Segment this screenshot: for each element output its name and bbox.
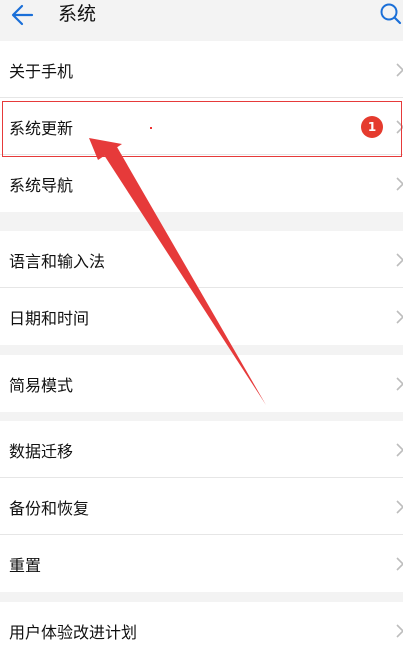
settings-row-about-phone[interactable]: 关于手机 [0, 41, 403, 98]
settings-row-simple-mode[interactable]: 简易模式 [0, 355, 403, 412]
back-arrow-icon[interactable] [10, 2, 38, 28]
settings-row-label: 用户体验改进计划 [9, 622, 138, 642]
chevron-right-icon [396, 252, 403, 267]
settings-row-user-experience[interactable]: 用户体验改进计划 [0, 602, 403, 659]
settings-row-label: 重置 [9, 555, 42, 575]
settings-row-label: 系统导航 [9, 175, 74, 195]
chevron-right-icon [396, 119, 403, 134]
settings-row-label: 备份和恢复 [9, 498, 90, 518]
settings-row-label: 语言和输入法 [9, 251, 106, 271]
search-icon[interactable] [378, 1, 403, 27]
settings-group-data: 数据迁移 备份和恢复 重置 [0, 421, 403, 592]
settings-row-reset[interactable]: 重置 [0, 535, 403, 592]
settings-row-system-navigation[interactable]: 系统导航 [0, 155, 403, 212]
chevron-right-icon [396, 556, 403, 571]
settings-row-system-update[interactable]: 系统更新 1 [0, 98, 403, 155]
settings-row-data-migration[interactable]: 数据迁移 [0, 421, 403, 478]
annotation-dot [150, 127, 152, 129]
chevron-right-icon [396, 376, 403, 391]
chevron-right-icon [396, 62, 403, 77]
header: 系统 [0, 0, 403, 40]
page-title: 系统 [58, 3, 97, 25]
settings-row-language-input[interactable]: 语言和输入法 [0, 231, 403, 288]
settings-row-label: 数据迁移 [9, 441, 74, 461]
settings-group-general: 关于手机 系统更新 1 系统导航 [0, 41, 403, 212]
chevron-right-icon [396, 623, 403, 638]
chevron-right-icon [396, 499, 403, 514]
chevron-right-icon [396, 442, 403, 457]
settings-row-backup-restore[interactable]: 备份和恢复 [0, 478, 403, 535]
settings-row-label: 简易模式 [9, 375, 74, 395]
settings-row-label: 系统更新 [9, 118, 74, 138]
chevron-right-icon [396, 176, 403, 191]
notification-badge: 1 [361, 115, 383, 138]
settings-group-simple-mode: 简易模式 [0, 355, 403, 412]
settings-group-language-time: 语言和输入法 日期和时间 [0, 231, 403, 345]
settings-group-experience: 用户体验改进计划 [0, 602, 403, 659]
settings-row-label: 关于手机 [9, 61, 74, 81]
settings-row-label: 日期和时间 [9, 308, 90, 328]
settings-row-date-time[interactable]: 日期和时间 [0, 288, 403, 345]
chevron-right-icon [396, 309, 403, 324]
